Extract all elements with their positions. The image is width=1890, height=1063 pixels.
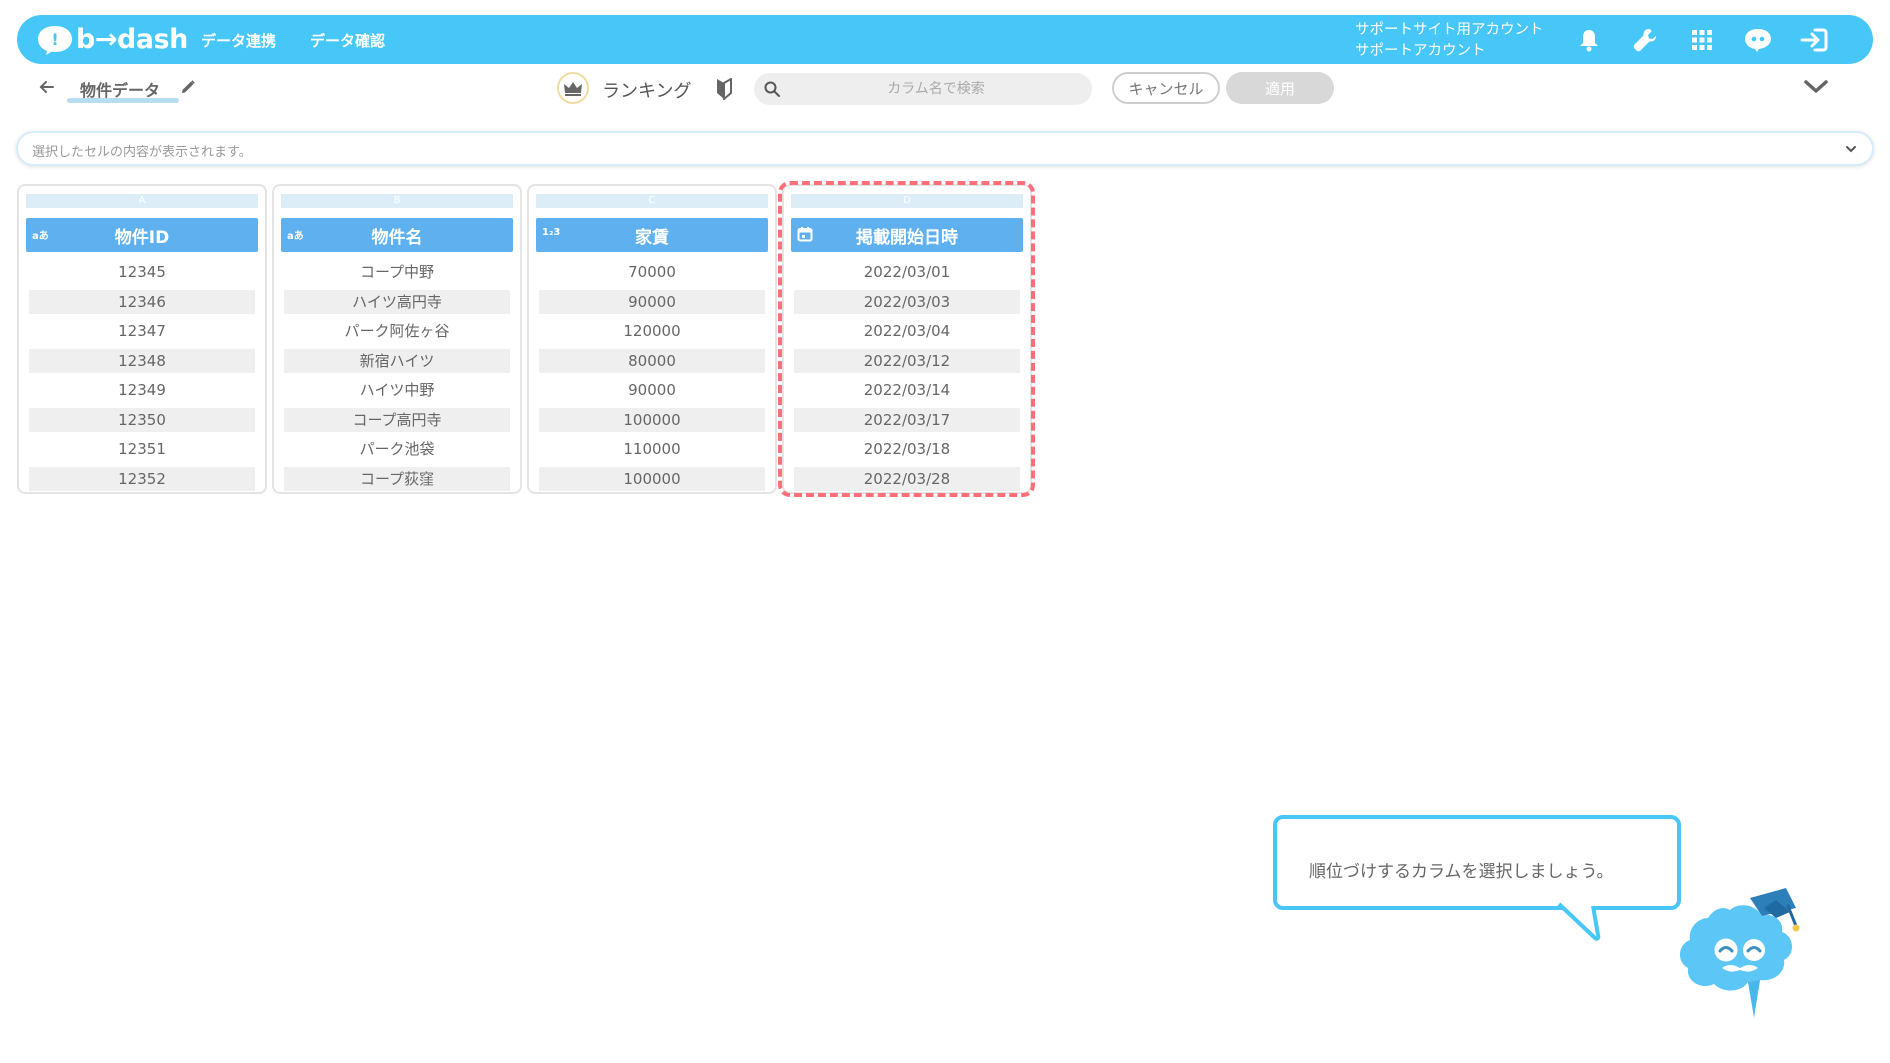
table-cell[interactable]: 90000 [539,378,765,402]
column-card-a[interactable]: A aあ 物件ID 12345 12346 12347 12348 12349 … [17,184,267,494]
table-cell[interactable]: 120000 [539,319,765,343]
cancel-button[interactable]: キャンセル [1112,72,1220,104]
column-header-label: 物件ID [114,227,170,248]
table-cell[interactable]: パーク池袋 [284,437,510,461]
nav-data-link[interactable]: データ連携 [201,30,276,51]
table-cell[interactable]: 100000 [539,408,765,432]
column-card-b[interactable]: B aあ 物件名 コープ中野 ハイツ高円寺 パーク阿佐ヶ谷 新宿ハイツ ハイツ中… [272,184,522,494]
table-cell[interactable]: 12351 [29,437,255,461]
search-icon [764,81,780,97]
logout-icon[interactable] [1799,25,1829,55]
table-cell[interactable]: コープ高円寺 [284,408,510,432]
text-type-icon: aあ [287,231,304,242]
account-name: サポートサイト用アカウント [1355,22,1544,38]
table-cell[interactable]: 12345 [29,260,255,284]
top-navigation-bar: ! b→dash データ連携 データ確認 サポートサイト用アカウント サポートア… [17,15,1873,64]
column-highlight [778,181,1035,497]
table-cell[interactable]: 12352 [29,467,255,491]
nav-data-check[interactable]: データ確認 [310,30,385,51]
column-card-c[interactable]: C 1₂3 家賃 70000 90000 120000 80000 90000 … [527,184,777,494]
account-user: サポートアカウント [1355,43,1486,59]
bell-icon[interactable] [1574,25,1604,55]
table-cell[interactable]: パーク阿佐ヶ谷 [284,319,510,343]
beginner-mark-icon[interactable] [714,78,734,100]
number-type-icon: 1₂3 [542,227,561,238]
column-letter: C [536,194,768,208]
account-info[interactable]: サポートサイト用アカウント サポートアカウント [1355,20,1544,62]
svg-text:!: ! [51,30,58,49]
column-search-box [754,73,1092,105]
table-cell[interactable]: 100000 [539,467,765,491]
apps-grid-icon[interactable] [1687,25,1717,55]
table-cell[interactable]: 110000 [539,437,765,461]
title-underline [67,98,179,103]
speech-bubble-tail [1557,902,1601,941]
cell-content-bar[interactable]: 選択したセルの内容が表示されます。 [16,131,1874,166]
logo-bubble-icon: ! [38,25,72,55]
column-header[interactable]: aあ 物件名 [281,218,513,252]
text-type-icon: aあ [32,231,49,242]
guide-speech-bubble: 順位づけするカラムを選択しましょう。 [1273,815,1681,910]
wrench-icon[interactable] [1630,25,1660,55]
ranking-label: ランキング [602,81,692,102]
column-letter: A [26,194,258,208]
column-header-label: 家賃 [635,227,669,248]
apply-button[interactable]: 適用 [1226,72,1334,104]
table-cell[interactable]: 新宿ハイツ [284,349,510,373]
mascot-character-icon [1679,888,1800,1018]
guide-message: 順位づけするカラムを選択しましょう。 [1309,862,1614,882]
table-cell[interactable]: 80000 [539,349,765,373]
table-cell[interactable]: 70000 [539,260,765,284]
table-cell[interactable]: 90000 [539,290,765,314]
chevron-down-icon[interactable] [1844,142,1858,156]
logo-text: b→dash [76,24,188,55]
column-header-label: 物件名 [371,227,423,248]
table-cell[interactable]: 12350 [29,408,255,432]
table-cell[interactable]: ハイツ高円寺 [284,290,510,314]
search-input[interactable] [790,73,1082,105]
back-arrow-icon[interactable] [38,78,56,96]
chat-mascot-icon[interactable] [1743,25,1773,55]
column-header[interactable]: 1₂3 家賃 [536,218,768,252]
table-cell[interactable]: 12346 [29,290,255,314]
table-cell[interactable]: コープ荻窪 [284,467,510,491]
column-letter: B [281,194,513,208]
ranking-crown-icon [557,72,589,104]
column-header[interactable]: aあ 物件ID [26,218,258,252]
table-cell[interactable]: 12349 [29,378,255,402]
table-cell[interactable]: コープ中野 [284,260,510,284]
table-cell[interactable]: 12348 [29,349,255,373]
table-cell[interactable]: ハイツ中野 [284,378,510,402]
pencil-icon[interactable] [180,79,196,95]
bdash-logo[interactable]: ! b→dash [36,23,188,56]
chevron-down-icon[interactable] [1803,77,1829,97]
cell-content-placeholder: 選択したセルの内容が表示されます。 [32,145,252,160]
table-cell[interactable]: 12347 [29,319,255,343]
